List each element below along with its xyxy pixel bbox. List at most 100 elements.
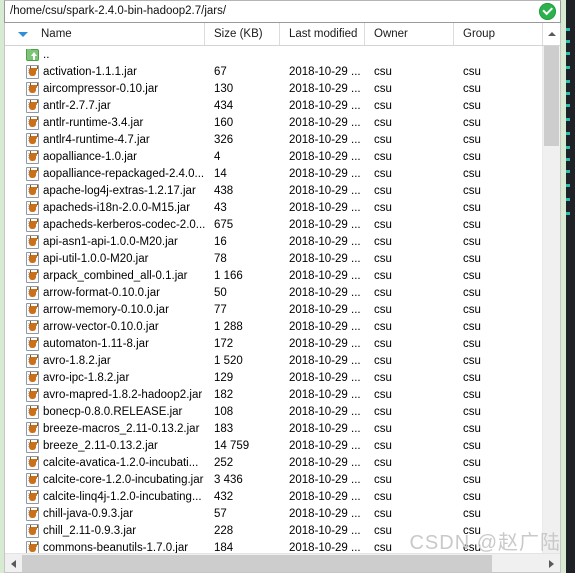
cell-name: arrow-memory-0.10.0.jar <box>5 302 205 317</box>
file-name-label: arrow-vector-0.10.0.jar <box>43 320 159 333</box>
jar-file-icon <box>26 421 39 436</box>
jar-file-icon <box>26 285 39 300</box>
table-row[interactable]: aircompressor-0.10.jar 130 2018-10-29 ... c… <box>5 80 542 97</box>
file-name-label: breeze-macros_2.11-0.13.2.jar <box>43 422 200 435</box>
cell-modified: 2018-10-29 ... <box>289 99 361 112</box>
table-row[interactable]: arrow-vector-0.10.0.jar 1 288 2018-10-29 .… <box>5 318 542 335</box>
column-header-name-label: Name <box>41 28 72 40</box>
path-input[interactable] <box>5 2 534 21</box>
cell-group: csu <box>463 167 481 180</box>
table-row[interactable]: bonecp-0.8.0.RELEASE.jar 108 2018-10-29 ..… <box>5 403 542 420</box>
table-row[interactable]: aopalliance-1.0.jar 4 2018-10-29 ... csu csu <box>5 148 542 165</box>
file-name-label: .. <box>43 48 50 61</box>
cell-name: avro-1.8.2.jar <box>5 353 205 368</box>
column-header-modified[interactable]: Last modified <box>280 23 365 45</box>
column-header-row: Name Size (KB) Last modified Owner Group <box>5 23 560 46</box>
cell-owner: csu <box>374 541 392 554</box>
cell-modified: 2018-10-29 ... <box>289 371 361 384</box>
table-row[interactable]: apacheds-kerberos-codec-2.0... 675 2018-10… <box>5 216 542 233</box>
table-row[interactable]: avro-1.8.2.jar 1 520 2018-10-29 ... csu csu <box>5 352 542 369</box>
cell-name: activation-1.1.1.jar <box>5 64 205 79</box>
jar-file-icon <box>26 404 39 419</box>
table-row[interactable]: activation-1.1.1.jar 67 2018-10-29 ... csu c… <box>5 63 542 80</box>
column-header-owner[interactable]: Owner <box>365 23 454 45</box>
table-row[interactable]: apache-log4j-extras-1.2.17.jar 438 2018-10… <box>5 182 542 199</box>
cell-group: csu <box>463 82 481 95</box>
table-row[interactable]: arpack_combined_all-0.1.jar 1 166 2018-10-… <box>5 267 542 284</box>
table-row[interactable]: automaton-1.11-8.jar 172 2018-10-29 ... csu… <box>5 335 542 352</box>
cell-modified: 2018-10-29 ... <box>289 337 361 350</box>
table-row[interactable]: breeze-macros_2.11-0.13.2.jar 183 2018-10-… <box>5 420 542 437</box>
table-row[interactable]: antlr-2.7.7.jar 434 2018-10-29 ... csu csu <box>5 97 542 114</box>
horizontal-scrollbar[interactable] <box>5 553 560 572</box>
cell-owner: csu <box>374 473 392 486</box>
cell-name: breeze-macros_2.11-0.13.2.jar <box>5 421 205 436</box>
cell-owner: csu <box>374 150 392 163</box>
table-row[interactable]: arrow-memory-0.10.0.jar 77 2018-10-29 ... c… <box>5 301 542 318</box>
column-header-size-label: Size (KB) <box>214 28 263 40</box>
jar-file-icon <box>26 217 39 232</box>
cell-group: csu <box>463 235 481 248</box>
file-rows: .. activation-1.1.1.jar 67 2018-10-29 ... cs… <box>5 46 542 553</box>
cell-size: 16 <box>214 235 227 248</box>
cell-name: calcite-core-1.2.0-incubating.jar <box>5 472 205 487</box>
cell-size: 252 <box>214 456 234 469</box>
vertical-scrollbar[interactable] <box>542 46 560 553</box>
cell-size: 50 <box>214 286 227 299</box>
cell-modified: 2018-10-29 ... <box>289 354 361 367</box>
cell-group: csu <box>463 541 481 554</box>
scroll-left-button[interactable] <box>5 554 22 572</box>
table-row[interactable]: commons-beanutils-1.7.0.jar 184 2018-10-29… <box>5 539 542 553</box>
cell-group: csu <box>463 490 481 503</box>
cell-name: commons-beanutils-1.7.0.jar <box>5 540 205 553</box>
cell-name: arpack_combined_all-0.1.jar <box>5 268 205 283</box>
table-row[interactable]: avro-ipc-1.8.2.jar 129 2018-10-29 ... csu cs… <box>5 369 542 386</box>
cell-owner: csu <box>374 269 392 282</box>
editor-minimap-mark <box>565 212 570 215</box>
table-row[interactable]: calcite-core-1.2.0-incubating.jar 3 436 20… <box>5 471 542 488</box>
table-row[interactable]: chill-java-0.9.3.jar 57 2018-10-29 ... csu c… <box>5 505 542 522</box>
cell-size: 1 520 <box>214 354 243 367</box>
file-name-label: aopalliance-1.0.jar <box>43 150 137 163</box>
jar-file-icon <box>26 336 39 351</box>
file-name-label: chill-java-0.9.3.jar <box>43 507 134 520</box>
sort-arrow-icon[interactable] <box>5 31 41 37</box>
column-header-size[interactable]: Size (KB) <box>205 23 280 45</box>
cell-group: csu <box>463 303 481 316</box>
editor-minimap-mark <box>565 40 570 43</box>
column-header-group[interactable]: Group <box>454 23 543 45</box>
column-header-name[interactable]: Name <box>5 23 205 45</box>
table-row[interactable]: arrow-format-0.10.0.jar 50 2018-10-29 ... c… <box>5 284 542 301</box>
table-row[interactable]: .. <box>5 46 542 63</box>
table-row[interactable]: avro-mapred-1.8.2-hadoop2.jar 182 2018-10-… <box>5 386 542 403</box>
table-row[interactable]: antlr-runtime-3.4.jar 160 2018-10-29 ... cs… <box>5 114 542 131</box>
cell-group: csu <box>463 133 481 146</box>
horizontal-scrollbar-track[interactable] <box>492 554 543 572</box>
table-row[interactable]: breeze_2.11-0.13.2.jar 14 759 2018-10-29 .… <box>5 437 542 454</box>
cell-size: 1 288 <box>214 320 243 333</box>
table-row[interactable]: calcite-avatica-1.2.0-incubati... 252 2018… <box>5 454 542 471</box>
table-row[interactable]: calcite-linq4j-1.2.0-incubating... 432 201… <box>5 488 542 505</box>
cell-modified: 2018-10-29 ... <box>289 218 361 231</box>
scroll-right-button[interactable] <box>543 554 560 572</box>
table-row[interactable]: apacheds-i18n-2.0.0-M15.jar 43 2018-10-29 … <box>5 199 542 216</box>
jar-file-icon <box>26 234 39 249</box>
horizontal-scrollbar-thumb[interactable] <box>22 555 492 572</box>
cell-group: csu <box>463 286 481 299</box>
table-row[interactable]: api-asn1-api-1.0.0-M20.jar 16 2018-10-29 .… <box>5 233 542 250</box>
cell-owner: csu <box>374 303 392 316</box>
jar-file-icon <box>26 387 39 402</box>
up-folder-icon <box>26 48 39 61</box>
cell-group: csu <box>463 473 481 486</box>
table-row[interactable]: api-util-1.0.0-M20.jar 78 2018-10-29 ... cs… <box>5 250 542 267</box>
file-name-label: calcite-core-1.2.0-incubating.jar <box>43 473 204 486</box>
cell-name: automaton-1.11-8.jar <box>5 336 205 351</box>
jar-file-icon <box>26 370 39 385</box>
cell-modified: 2018-10-29 ... <box>289 116 361 129</box>
table-row[interactable]: aopalliance-repackaged-2.4.0... 14 2018-10… <box>5 165 542 182</box>
cell-owner: csu <box>374 167 392 180</box>
table-row[interactable]: antlr4-runtime-4.7.jar 326 2018-10-29 ... c… <box>5 131 542 148</box>
scroll-up-button[interactable] <box>543 23 560 45</box>
vertical-scrollbar-thumb[interactable] <box>544 46 559 146</box>
table-row[interactable]: chill_2.11-0.9.3.jar 228 2018-10-29 ... csu… <box>5 522 542 539</box>
